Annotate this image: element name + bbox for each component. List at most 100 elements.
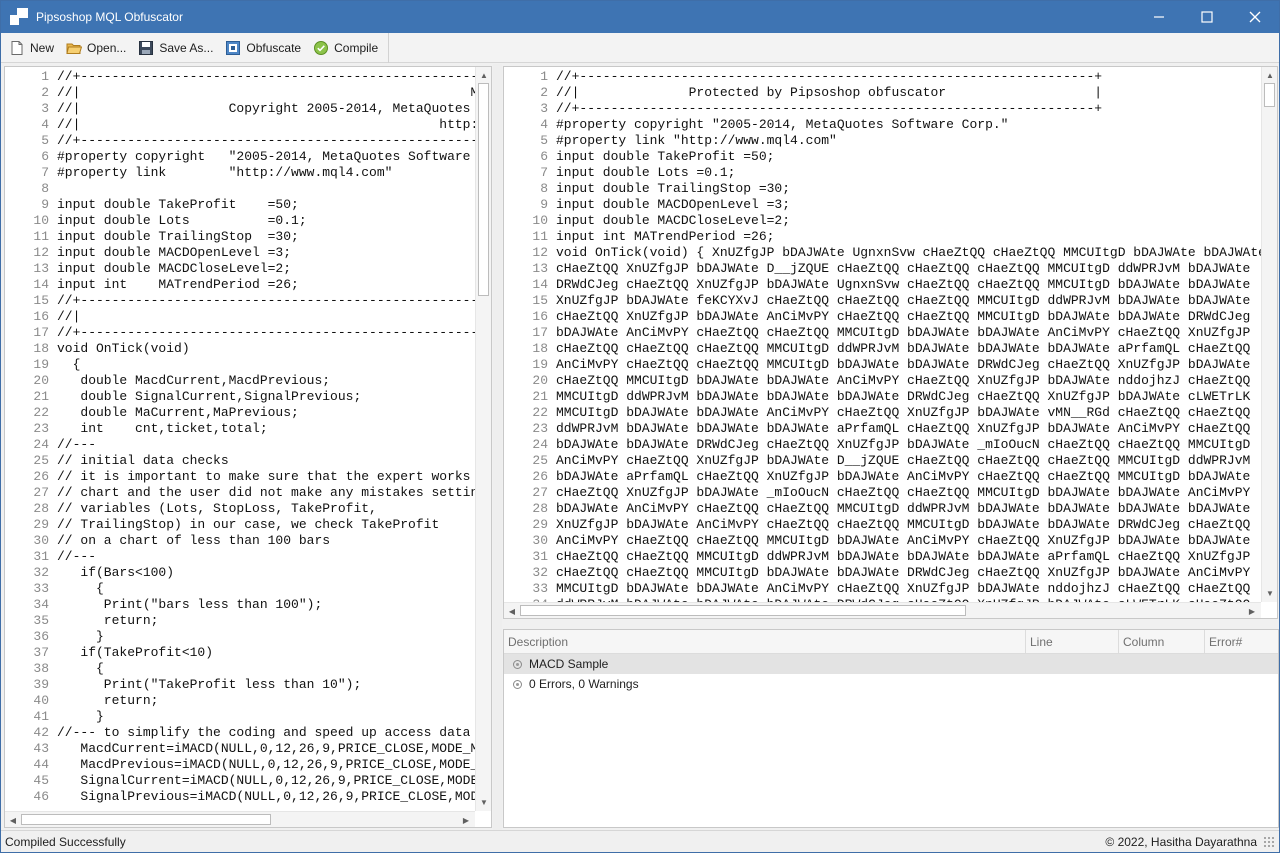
scroll-right-arrow-icon[interactable]: ▶ [459,813,473,827]
code-line[interactable]: 27 // chart and the user did not make any… [5,485,475,501]
code-line[interactable]: 33 MMCUItgD bDAJWAte bDAJWAte AnCiMvPY cH… [504,581,1261,597]
source-code-editor[interactable]: 1 //+------------------------------------… [4,66,492,828]
code-line[interactable]: 13 cHaeZtQQ XnUZfgJP bDAJWAte D__jZQUE cH… [504,261,1261,277]
code-line[interactable]: 11 input int MATrendPeriod =26; [504,229,1261,245]
code-line[interactable]: 24 //--- [5,437,475,453]
minimize-button[interactable] [1135,1,1183,33]
code-line[interactable]: 7 #property link "http://www.mql4.com" [5,165,475,181]
code-line[interactable]: 17 //+-----------------------------------… [5,325,475,341]
save-as-button[interactable]: Save As... [134,36,217,60]
code-line[interactable]: 34 Print("bars less than 100"); [5,597,475,613]
code-line[interactable]: 41 } [5,709,475,725]
code-line[interactable]: 10 input double MACDCloseLevel=2; [504,213,1261,229]
code-line[interactable]: 12 input double MACDOpenLevel =3; [5,245,475,261]
code-line[interactable]: 26 bDAJWAte aPrfamQL cHaeZtQQ XnUZfgJP bD… [504,469,1261,485]
code-line[interactable]: 23 int cnt,ticket,total; [5,421,475,437]
code-line[interactable]: 31 cHaeZtQQ cHaeZtQQ MMCUItgD ddWPRJvM bD… [504,549,1261,565]
code-line[interactable]: 43 MacdCurrent=iMACD(NULL,0,12,26,9,PRIC… [5,741,475,757]
code-line[interactable]: 32 if(Bars<100) [5,565,475,581]
code-line[interactable]: 17 bDAJWAte AnCiMvPY cHaeZtQQ cHaeZtQQ MM… [504,325,1261,341]
code-line[interactable]: 21 MMCUItgD ddWPRJvM bDAJWAte bDAJWAte bD… [504,389,1261,405]
code-line[interactable]: 42 //--- to simplify the coding and speed… [5,725,475,741]
scroll-down-arrow-icon[interactable]: ▼ [477,795,491,809]
code-line[interactable]: 3 //| Copyright 2005-2014, MetaQuotes Sof… [5,101,475,117]
code-line[interactable]: 12 void OnTick(void) { XnUZfgJP bDAJWAte … [504,245,1261,261]
open-button[interactable]: Open... [62,36,130,60]
code-line[interactable]: 2 //| Protected by Pipsoshop obfuscator | [504,85,1261,101]
column-line[interactable]: Line [1026,630,1119,654]
code-line[interactable]: 5 //+------------------------------------… [5,133,475,149]
code-line[interactable]: 25 AnCiMvPY cHaeZtQQ XnUZfgJP bDAJWAte D_… [504,453,1261,469]
code-line[interactable]: 15 XnUZfgJP bDAJWAte feKCYXvJ cHaeZtQQ cH… [504,293,1261,309]
obfuscated-code-area[interactable]: 1 //+------------------------------------… [504,67,1261,602]
code-line[interactable]: 24 bDAJWAte bDAJWAte DRWdCJeg cHaeZtQQ Xn… [504,437,1261,453]
code-line[interactable]: 19 { [5,357,475,373]
scroll-up-arrow-icon[interactable]: ▲ [477,68,491,82]
scroll-left-arrow-icon[interactable]: ◀ [505,604,519,618]
code-line[interactable]: 31 //--- [5,549,475,565]
code-line[interactable]: 25 // initial data checks [5,453,475,469]
code-line[interactable]: 4 #property copyright "2005-2014, MetaQuo… [504,117,1261,133]
code-line[interactable]: 44 MacdPrevious=iMACD(NULL,0,12,26,9,PRI… [5,757,475,773]
code-line[interactable]: 15 //+-----------------------------------… [5,293,475,309]
code-line[interactable]: 28 bDAJWAte AnCiMvPY cHaeZtQQ cHaeZtQQ MM… [504,501,1261,517]
output-horizontal-scrollbar[interactable]: ◀ ▶ [504,602,1261,618]
source-code-area[interactable]: 1 //+------------------------------------… [5,67,475,811]
source-horizontal-scrollbar[interactable]: ◀ ▶ [5,811,475,827]
source-vertical-scroll-thumb[interactable] [478,83,489,296]
code-line[interactable]: 32 cHaeZtQQ cHaeZtQQ MMCUItgD bDAJWAte bD… [504,565,1261,581]
resize-grip-icon[interactable] [1263,835,1275,848]
output-vertical-scrollbar[interactable]: ▲ ▼ [1261,67,1277,602]
code-line[interactable]: 19 AnCiMvPY cHaeZtQQ cHaeZtQQ MMCUItgD bD… [504,357,1261,373]
code-line[interactable]: 27 cHaeZtQQ XnUZfgJP bDAJWAte _mIoOucN cH… [504,485,1261,501]
column-column[interactable]: Column [1119,630,1205,654]
new-button[interactable]: New [5,36,58,60]
code-line[interactable]: 26 // it is important to make sure that t… [5,469,475,485]
code-line[interactable]: 38 { [5,661,475,677]
code-line[interactable]: 6 #property copyright "2005-2014, MetaQuo… [5,149,475,165]
code-line[interactable]: 45 SignalCurrent=iMACD(NULL,0,12,26,9,PR… [5,773,475,789]
code-line[interactable]: 23 ddWPRJvM bDAJWAte bDAJWAte bDAJWAte aP… [504,421,1261,437]
error-summary-row[interactable]: 0 Errors, 0 Warnings [504,674,1278,694]
code-line[interactable]: 20 cHaeZtQQ MMCUItgD bDAJWAte bDAJWAte An… [504,373,1261,389]
code-line[interactable]: 39 Print("TakeProfit less than 10"); [5,677,475,693]
compile-button[interactable]: Compile [309,36,382,60]
source-vertical-scrollbar[interactable]: ▲ ▼ [475,67,491,811]
code-line[interactable]: 30 AnCiMvPY cHaeZtQQ cHaeZtQQ MMCUItgD bD… [504,533,1261,549]
column-description[interactable]: Description [504,630,1026,654]
obfuscate-button[interactable]: Obfuscate [221,36,305,60]
code-line[interactable]: 28 // variables (Lots, StopLoss, TakeProf… [5,501,475,517]
output-horizontal-scroll-thumb[interactable] [520,605,966,616]
code-line[interactable]: 22 MMCUItgD bDAJWAte bDAJWAte AnCiMvPY cH… [504,405,1261,421]
code-line[interactable]: 40 return; [5,693,475,709]
code-line[interactable]: 2 //| MACD Sample.mq4 | [5,85,475,101]
pane-splitter[interactable] [493,64,502,830]
code-line[interactable]: 35 return; [5,613,475,629]
code-line[interactable]: 16 cHaeZtQQ XnUZfgJP bDAJWAte AnCiMvPY cH… [504,309,1261,325]
code-line[interactable]: 18 cHaeZtQQ cHaeZtQQ cHaeZtQQ MMCUItgD dd… [504,341,1261,357]
code-line[interactable]: 46 SignalPrevious=iMACD(NULL,0,12,26,9,P… [5,789,475,805]
title-bar[interactable]: Pipsoshop MQL Obfuscator [1,1,1279,33]
source-horizontal-scroll-thumb[interactable] [21,814,271,825]
code-line[interactable]: 8 input double TrailingStop =30; [504,181,1261,197]
code-line[interactable]: 37 if(TakeProfit<10) [5,645,475,661]
maximize-button[interactable] [1183,1,1231,33]
code-line[interactable]: 29 // TrailingStop) in our case, we check… [5,517,475,533]
obfuscated-code-editor[interactable]: 1 //+------------------------------------… [503,66,1278,619]
code-line[interactable]: 11 input double TrailingStop =30; [5,229,475,245]
close-button[interactable] [1231,1,1279,33]
code-line[interactable]: 10 input double Lots =0.1; [5,213,475,229]
code-line[interactable]: 9 input double TakeProfit =50; [5,197,475,213]
code-line[interactable]: 22 double MaCurrent,MaPrevious; [5,405,475,421]
code-line[interactable]: 14 DRWdCJeg cHaeZtQQ XnUZfgJP bDAJWAte Ug… [504,277,1261,293]
code-line[interactable]: 3 //+------------------------------------… [504,101,1261,117]
code-line[interactable]: 7 input double Lots =0.1; [504,165,1261,181]
scroll-down-arrow-icon[interactable]: ▼ [1263,586,1277,600]
scroll-up-arrow-icon[interactable]: ▲ [1263,68,1277,82]
code-line[interactable]: 1 //+------------------------------------… [5,69,475,85]
scroll-left-arrow-icon[interactable]: ◀ [6,813,20,827]
code-line[interactable]: 6 input double TakeProfit =50; [504,149,1261,165]
code-line[interactable]: 16 //| | [5,309,475,325]
code-line[interactable]: 4 //| http://www.mql4.com | [5,117,475,133]
code-line[interactable]: 21 double SignalCurrent,SignalPrevious; [5,389,475,405]
